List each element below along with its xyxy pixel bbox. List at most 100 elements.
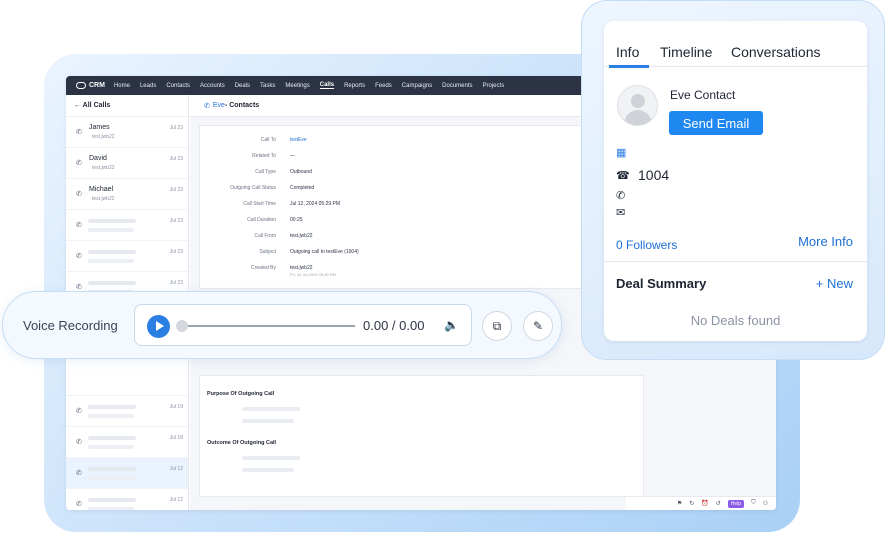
placeholder-line (88, 445, 134, 449)
nav-item-deals[interactable]: Deals (235, 83, 250, 89)
detail-row: Subject Outgoing call to testEve (1004) (200, 249, 643, 259)
detail-value: test.jwb22 (290, 233, 313, 239)
contact-name: Eve Contact (670, 88, 736, 102)
users-icon[interactable]: ⚇ (763, 500, 768, 507)
placeholder-line (88, 507, 134, 510)
more-info-link[interactable]: More Info (798, 234, 853, 249)
call-date: Jul 19 (169, 404, 183, 410)
followers-link[interactable]: 0 Followers (616, 238, 677, 252)
nav-item-projects[interactable]: Projects (483, 83, 505, 89)
nav-item-calls[interactable]: Calls (319, 82, 335, 89)
nav-item-accounts[interactable]: Accounts (200, 83, 225, 89)
call-list-item[interactable]: ✆ Michael test.jwb22 Jul 23 (66, 179, 188, 210)
avatar-head (631, 94, 645, 108)
help-badge[interactable]: Help (727, 499, 745, 508)
nav-item-home[interactable]: Home (114, 83, 130, 89)
flag-icon[interactable]: ⚑ (677, 500, 682, 507)
detail-row: Outgoing Call Status Completed (200, 185, 643, 195)
phone-call-icon: ✆ (76, 284, 82, 291)
detail-row: Call Duration 00:25 (200, 217, 643, 227)
phone-call-icon: ✆ (76, 191, 82, 198)
call-list-item[interactable]: ✆ Jul 19 (66, 396, 188, 427)
call-date: Jul 12 (169, 497, 183, 503)
seek-bar[interactable] (176, 320, 355, 332)
send-email-button[interactable]: Send Email (669, 111, 763, 135)
copy-icon: ⧉ (492, 318, 502, 333)
placeholder-line (88, 436, 136, 440)
avatar-body (624, 110, 652, 125)
tab-conversations[interactable]: Conversations (731, 44, 821, 60)
refresh-icon[interactable]: ↻ (689, 500, 694, 507)
nav-item-tasks[interactable]: Tasks (260, 83, 275, 89)
nav-item-reports[interactable]: Reports (344, 83, 365, 89)
detail-row: Created By test.jwb22 Fri, 12 Jul 2024 05:… (200, 265, 643, 281)
placeholder-line (88, 228, 134, 232)
call-list-item[interactable]: ✆ Jul 12 (66, 489, 188, 510)
all-calls-back-link[interactable]: ← All Calls (66, 95, 188, 117)
detail-value-secondary: Fri, 12 Jul 2024 05:30 PM (290, 272, 336, 277)
mobile-icon: ✆ (616, 190, 626, 202)
detail-label: Call Duration (247, 217, 276, 223)
call-contact-name: Michael (89, 186, 114, 193)
detail-row: Call Start Time Jul 12, 2024 05:29 PM (200, 201, 643, 211)
tab-timeline[interactable]: Timeline (660, 44, 712, 60)
contact-info-card: Info Timeline Conversations Eve Contact … (581, 0, 885, 360)
nav-item-meetings[interactable]: Meetings (285, 83, 309, 89)
call-list-item-selected[interactable]: ✆ Jul 12 (66, 458, 188, 489)
phone-call-icon: ✆ (204, 102, 210, 110)
phone-number[interactable]: 1004 (638, 167, 669, 183)
edit-button[interactable]: ✎ (523, 311, 553, 341)
play-icon[interactable] (147, 315, 170, 338)
alarm-icon[interactable]: ⏰ (701, 500, 708, 507)
placeholder-line (88, 498, 136, 502)
playback-time: 0.00 / 0.00 (363, 318, 425, 333)
seek-thumb[interactable] (176, 320, 188, 332)
nav-item-documents[interactable]: Documents (442, 83, 472, 89)
call-owner: test.jwb22 (92, 196, 115, 202)
placeholder-line (242, 419, 294, 423)
nav-item-feeds[interactable]: Feeds (375, 83, 392, 89)
placeholder-line (242, 407, 300, 411)
call-date: Jul 18 (169, 435, 183, 441)
call-list-item[interactable]: ✆ Jul 23 (66, 210, 188, 241)
placeholder-line (88, 219, 136, 223)
call-list-item[interactable]: ✆ James test.jwb22 Jul 23 (66, 117, 188, 148)
crm-logo-icon (76, 82, 86, 89)
detail-value: test.jwb22 (290, 265, 313, 271)
call-list-item[interactable]: ✆ David test.jwb22 Jul 23 (66, 148, 188, 179)
detail-value[interactable]: testEve (290, 137, 307, 143)
detail-label: Outgoing Call Status (230, 185, 276, 191)
placeholder-line (88, 405, 136, 409)
nav-item-leads[interactable]: Leads (140, 83, 156, 89)
shield-icon[interactable]: ⛉ (751, 500, 756, 507)
copy-button[interactable]: ⧉ (482, 311, 512, 341)
contact-link[interactable]: Eve (213, 102, 225, 109)
nav-item-contacts[interactable]: Contacts (166, 83, 190, 89)
call-list-item[interactable]: ✆ Jul 23 (66, 241, 188, 272)
phone-call-icon: ✆ (76, 253, 82, 260)
history-icon[interactable]: ↺ (716, 500, 721, 507)
new-deal-link[interactable]: + New (816, 276, 853, 291)
call-owner: test.jwb22 (92, 134, 115, 140)
detail-label: Related To (252, 153, 276, 159)
deal-summary-title: Deal Summary (616, 276, 707, 291)
detail-label: Created By (250, 265, 276, 271)
call-date: Jul 23 (169, 280, 183, 286)
detail-label: Call Start Time (243, 201, 276, 207)
volume-icon[interactable]: 🔈 (444, 318, 459, 332)
call-date: Jul 12 (169, 466, 183, 472)
crm-logo[interactable]: CRM (76, 82, 105, 89)
tab-info[interactable]: Info (616, 44, 639, 60)
detail-label: Call Type (255, 169, 276, 175)
outcome-title: Outcome Of Outgoing Call (207, 440, 277, 446)
phone-call-icon: ✆ (76, 160, 82, 167)
nav-item-campaigns[interactable]: Campaigns (402, 83, 432, 89)
edit-icon: ✎ (532, 319, 544, 333)
call-contact-name: James (89, 124, 110, 131)
phone-call-icon: ✆ (76, 501, 82, 508)
detail-value: Outbound (290, 169, 312, 175)
call-list-item[interactable]: ✆ Jul 18 (66, 427, 188, 458)
call-owner: test.jwb22 (92, 165, 115, 171)
building-icon: ▦ (616, 147, 627, 159)
detail-value: Completed (290, 185, 315, 191)
